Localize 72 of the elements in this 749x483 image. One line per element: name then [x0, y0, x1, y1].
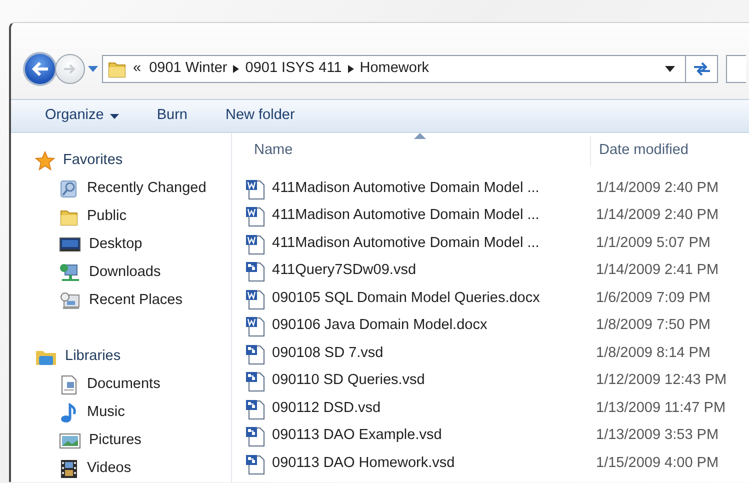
- sidebar-item[interactable]: Music: [11, 399, 131, 427]
- file-name[interactable]: 090106 Java Domain Model.docx: [232, 315, 590, 338]
- file-name[interactable]: 090105 SQL Domain Model Queries.docx: [232, 288, 590, 310]
- file-name[interactable]: 411Madison Automotive Domain Model ...: [232, 205, 590, 228]
- date-modified: 1/8/2009 7:50 PM: [595, 316, 710, 336]
- toolbar-button[interactable]: New folder: [213, 105, 307, 127]
- date-modified: 1/14/2009 2:40 PM: [595, 206, 719, 226]
- date-modified: 1/1/2009 5:07 PM: [595, 234, 710, 253]
- address-bar[interactable]: « 0901 Winter 0901 ISYS 411 Homework: [102, 55, 686, 83]
- toolbar-button[interactable]: Burn: [144, 105, 200, 127]
- breadcrumb-item[interactable]: 0901 Winter: [143, 58, 234, 80]
- diagram-document-icon: [244, 370, 266, 392]
- sidebar-item[interactable]: Downloads: [11, 259, 167, 287]
- sidebar-item[interactable]: Recently Changed: [11, 175, 212, 203]
- search-icon: [59, 179, 79, 199]
- sidebar-item[interactable]: Recent Places: [11, 287, 188, 315]
- music-note-icon: [59, 403, 79, 423]
- search-field[interactable]: [726, 55, 746, 83]
- date-modified: 1/12/2009 12:43 PM: [595, 371, 727, 390]
- dropdown-icon: [665, 66, 675, 72]
- sidebar-item[interactable]: Documents: [11, 371, 166, 399]
- word-document-icon: [244, 178, 266, 200]
- date-modified: 1/13/2009 3:53 PM: [595, 426, 719, 446]
- sidebar-group[interactable]: Libraries: [11, 343, 127, 371]
- breadcrumb-separator-icon: [348, 65, 354, 73]
- file-name[interactable]: 411Madison Automotive Domain Model ...: [232, 178, 590, 200]
- word-document-icon: [244, 315, 266, 338]
- sidebar-item[interactable]: Pictures: [11, 427, 148, 455]
- sidebar-item[interactable]: Public: [11, 203, 132, 231]
- diagram-document-icon: [244, 342, 266, 365]
- diagram-document-icon: [244, 398, 266, 420]
- breadcrumb-item[interactable]: 0901 ISYS 411: [239, 58, 348, 80]
- film-strip-icon: [59, 459, 79, 479]
- word-document-icon: [244, 232, 266, 255]
- file-name[interactable]: 090108 SD 7.vsd: [232, 342, 590, 365]
- network-icon: [59, 263, 81, 283]
- date-modified: 1/14/2009 2:41 PM: [595, 261, 719, 280]
- date-modified: 1/15/2009 4:00 PM: [595, 454, 719, 473]
- overflow-chevron[interactable]: «: [127, 58, 144, 80]
- recent-places-icon: [59, 291, 81, 311]
- document-icon: [59, 375, 79, 395]
- star-icon: [35, 151, 55, 171]
- date-modified: 1/13/2009 11:47 PM: [595, 398, 726, 418]
- forward-arrow-icon: [63, 63, 77, 75]
- file-name[interactable]: 411Madison Automotive Domain Model ...: [232, 232, 590, 255]
- history-dropdown-icon: [88, 66, 98, 72]
- back-button[interactable]: [23, 52, 57, 86]
- file-name[interactable]: 090112 DSD.vsd: [232, 398, 590, 420]
- column-header[interactable]: Name: [242, 136, 293, 166]
- toolbar-button[interactable]: Organize: [33, 105, 131, 127]
- diagram-document-icon: [244, 260, 266, 282]
- sidebar-group[interactable]: Favorites: [11, 147, 129, 175]
- back-arrow-icon: [31, 61, 49, 77]
- breadcrumb-separator-icon: [233, 65, 240, 73]
- diagram-document-icon: [244, 425, 266, 448]
- file-name[interactable]: 090110 SD Queries.vsd: [232, 370, 590, 392]
- picture-icon: [59, 431, 81, 451]
- file-name[interactable]: 090113 DAO Homework.vsd: [232, 452, 590, 475]
- refresh-button[interactable]: [686, 55, 718, 83]
- word-document-icon: [244, 288, 266, 310]
- file-name[interactable]: 411Query7SDw09.vsd: [232, 260, 590, 282]
- date-modified: 1/8/2009 8:14 PM: [595, 344, 710, 363]
- sidebar-item[interactable]: Desktop: [11, 231, 148, 259]
- word-document-icon: [244, 205, 266, 228]
- sidebar-item[interactable]: Videos: [11, 455, 138, 482]
- date-modified: 1/14/2009 2:40 PM: [595, 178, 719, 198]
- refresh-arrows-icon: [692, 61, 712, 77]
- file-name[interactable]: 090113 DAO Example.vsd: [232, 425, 590, 448]
- diagram-document-icon: [244, 452, 266, 475]
- column-header[interactable]: Date modified: [590, 136, 688, 166]
- breadcrumb-item[interactable]: Homework: [354, 58, 436, 80]
- date-modified: 1/6/2009 7:09 PM: [595, 288, 710, 308]
